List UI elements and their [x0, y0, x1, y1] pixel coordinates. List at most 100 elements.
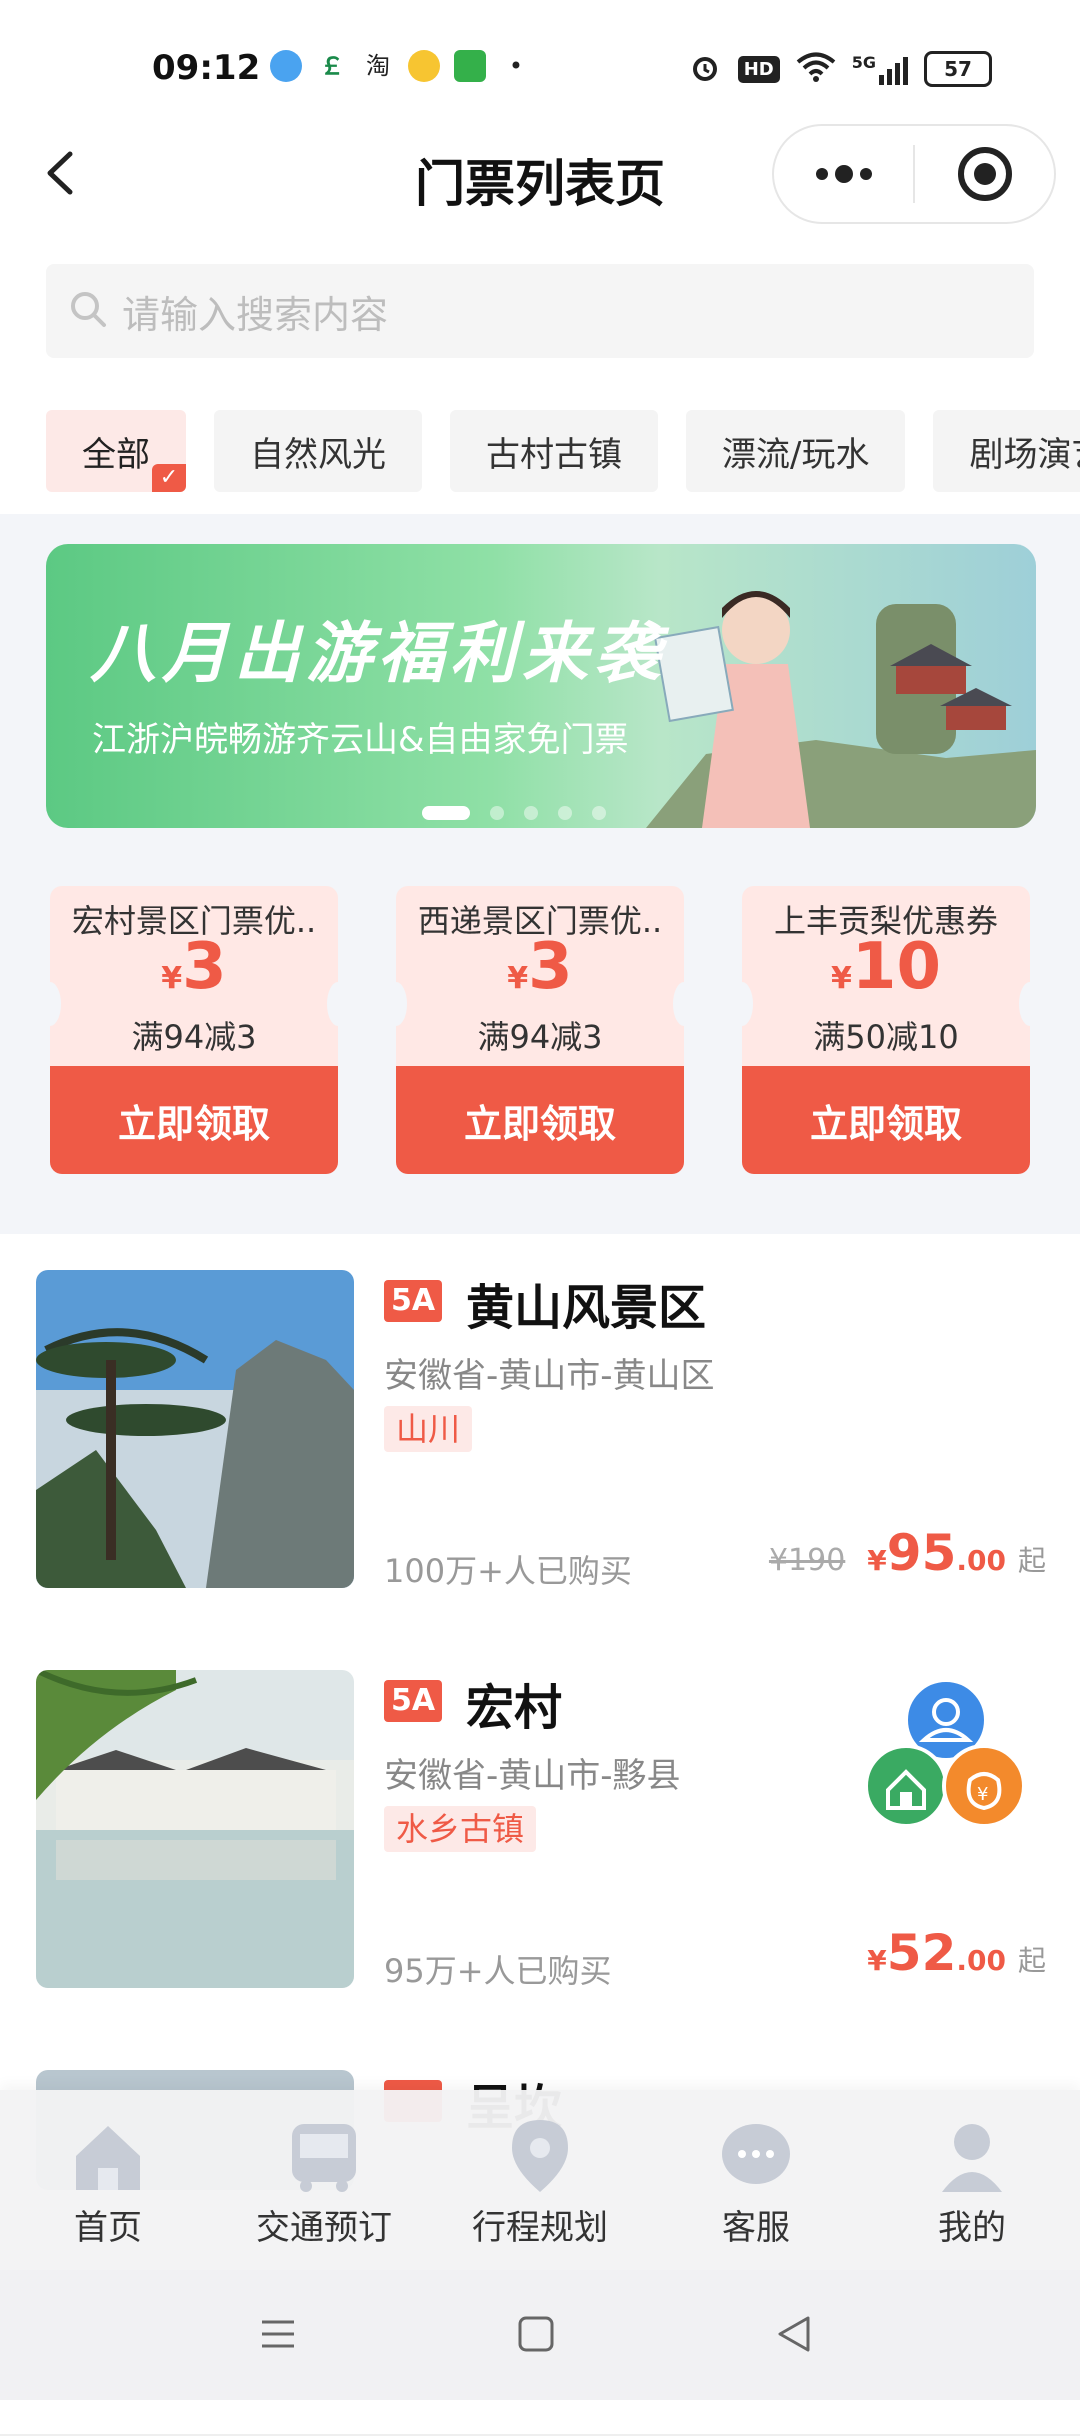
sales-count: 95万+人已购买 [384, 1952, 612, 1990]
signal-icon: 5G [852, 53, 908, 85]
coupon-card: 西递景区门票优.. ¥3 满94减3 立即领取 [385, 886, 695, 1174]
close-miniprogram-icon[interactable] [915, 126, 1054, 222]
coupon-value: 3 [182, 930, 227, 1004]
search-placeholder: 请输入搜索内容 [122, 292, 389, 337]
search-icon [68, 289, 108, 333]
bus-icon [292, 2124, 356, 2192]
currency-symbol: ¥ [161, 961, 183, 996]
scenic-name: 宏村 [466, 1680, 563, 1736]
tab-label: 首页 [74, 2208, 142, 2248]
svg-text:¥: ¥ [977, 1784, 988, 1805]
miniprogram-capsule [772, 124, 1056, 224]
pagination-dot[interactable] [422, 806, 470, 820]
claim-coupon-button[interactable]: 立即领取 [742, 1066, 1030, 1174]
tab-label: 漂流/玩水 [722, 434, 870, 475]
currency-symbol: ¥ [507, 961, 529, 996]
price-integer: 95 [886, 1524, 957, 1582]
tab-home[interactable]: 首页 [0, 2090, 216, 2270]
coupon-card: 上丰贡梨优惠券 ¥10 满50减10 立即领取 [731, 886, 1041, 1174]
price: ¥190 ¥95.00 起 [769, 1524, 1046, 1582]
location-pin-icon [512, 2120, 568, 2192]
tab-customer-service[interactable]: 客服 [648, 2090, 864, 2270]
system-icons: HD 5G 57 [688, 50, 992, 88]
tab-nature[interactable]: 自然风光 [214, 410, 422, 492]
currency-symbol: ¥ [867, 1944, 887, 1977]
claim-coupon-button[interactable]: 立即领取 [396, 1066, 684, 1174]
taobao-icon: 淘 [366, 52, 390, 80]
coupon-value: 10 [851, 930, 941, 1004]
status-bar: 09:12 ￡ 淘 • HD 5G 57 [0, 0, 1080, 130]
tab-label: 交通预订 [256, 2208, 392, 2248]
banner-subline: 江浙沪皖畅游齐云山&自由家免门票 [92, 720, 629, 760]
back-triangle-icon[interactable] [774, 2314, 814, 2354]
nav-bar: 门票列表页 [0, 120, 1080, 230]
current-price: ¥95.00 [867, 1524, 1006, 1582]
promo-banner[interactable]: 八月出游福利来袭 江浙沪皖畅游齐云山&自由家免门票 [46, 544, 1036, 828]
tab-theater[interactable]: 剧场演艺 [933, 410, 1080, 492]
coupon-value: 3 [528, 930, 573, 1004]
coupon-amount: ¥3 [396, 930, 684, 1004]
currency-symbol: ¥ [867, 1544, 887, 1577]
coupon-amount: ¥3 [50, 930, 338, 1004]
pagination-dot[interactable] [490, 806, 504, 820]
tab-label: 剧场演艺 [969, 434, 1080, 475]
post-icon: ￡ [320, 52, 344, 80]
tab-label: 我的 [938, 2208, 1006, 2248]
coupon-condition: 满94减3 [131, 1018, 257, 1056]
wifi-icon [796, 51, 836, 87]
tab-profile[interactable]: 我的 [864, 2090, 1080, 2270]
scenic-photo [36, 1670, 354, 1988]
scenic-name: 黄山风景区 [466, 1280, 707, 1336]
coupon-condition: 满50减10 [813, 1018, 959, 1056]
network-type-label: 5G [851, 53, 876, 72]
category-tabs: 全部 ✓ 自然风光 古村古镇 漂流/玩水 剧场演艺 [46, 410, 1080, 492]
current-price: ¥52.00 [867, 1924, 1006, 1982]
price: ¥52.00 起 [867, 1924, 1046, 1982]
floating-service-button[interactable]: ¥ [864, 1672, 1026, 1842]
tab-transport[interactable]: 交通预订 [216, 2090, 432, 2270]
coupon-card: 宏村景区门票优.. ¥3 满94减3 立即领取 [39, 886, 349, 1174]
price-integer: 52 [886, 1924, 957, 1982]
search-input[interactable]: 请输入搜索内容 [46, 264, 1034, 358]
home-icon [76, 2126, 140, 2190]
tab-label: 客服 [722, 2208, 790, 2248]
weibo-icon [408, 50, 440, 82]
tab-itinerary[interactable]: 行程规划 [432, 2090, 648, 2270]
scenic-address: 安徽省-黄山市-黟县 [384, 1756, 681, 1796]
coupon-amount: ¥10 [742, 930, 1030, 1004]
scenic-photo [36, 1270, 354, 1588]
status-time: 09:12 [152, 48, 261, 88]
tab-ancient-town[interactable]: 古村古镇 [450, 410, 658, 492]
user-icon [942, 2124, 1002, 2192]
banner-illustration [646, 591, 1036, 828]
claim-coupon-button[interactable]: 立即领取 [50, 1066, 338, 1174]
hd-icon: HD [737, 55, 780, 83]
chat-bubble-icon [722, 2124, 790, 2184]
more-menu-icon[interactable] [774, 126, 913, 222]
tab-label: 自然风光 [250, 434, 386, 475]
alarm-icon [688, 50, 722, 88]
oppo-app-icon [454, 50, 486, 82]
menu-icon[interactable] [258, 2314, 298, 2354]
battery-icon: 57 [924, 51, 992, 87]
rating-badge: 5A [384, 1680, 442, 1722]
sales-count: 100万+人已购买 [384, 1552, 632, 1590]
browser-icon [270, 50, 302, 82]
tab-label: 古村古镇 [486, 434, 622, 475]
currency-symbol: ¥ [831, 961, 852, 996]
coupon-condition: 满94减3 [477, 1018, 603, 1056]
scenic-tag: 山川 [384, 1406, 473, 1452]
price-suffix: 起 [1017, 1544, 1046, 1577]
system-nav-bar [0, 2270, 1080, 2400]
list-item[interactable]: 5A 黄山风景区 安徽省-黄山市-黄山区 山川 100万+人已购买 ¥190 ¥… [0, 1234, 1080, 1636]
banner-headline: 八月出游福利来袭 [90, 615, 666, 692]
tab-all[interactable]: 全部 ✓ [46, 410, 186, 492]
battery-level: 57 [944, 57, 972, 81]
pagination-dot[interactable] [558, 806, 572, 820]
pagination-dot[interactable] [524, 806, 538, 820]
scenic-tag: 水乡古镇 [384, 1806, 537, 1852]
tab-rafting[interactable]: 漂流/玩水 [686, 410, 906, 492]
pagination-dot[interactable] [592, 806, 606, 820]
banner-pagination [422, 806, 606, 820]
home-square-icon[interactable] [516, 2314, 556, 2354]
